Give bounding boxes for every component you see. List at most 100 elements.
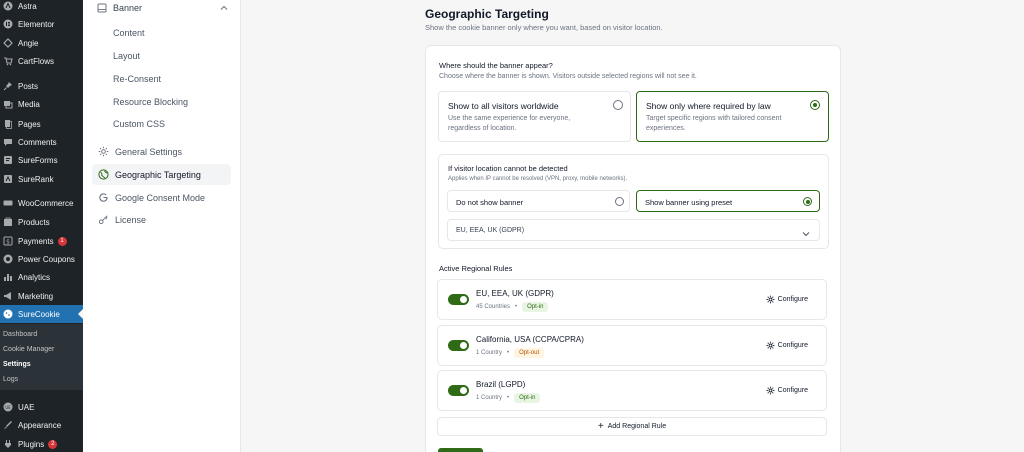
wp-menu-surecookie[interactable]: SureCookie — [0, 305, 83, 323]
rule-mode-badge: Opt-in — [522, 302, 549, 312]
banner-icon — [97, 3, 107, 13]
wp-menu-label: Elementor — [18, 19, 55, 29]
nav-item-license[interactable]: License — [92, 209, 231, 230]
wp-menu-label: Products — [18, 217, 50, 227]
nav-sub-re-consent[interactable]: Re-Consent — [113, 74, 161, 84]
configure-button[interactable]: Configure — [766, 386, 808, 395]
fallback-option-hide[interactable]: Do not show banner — [447, 190, 630, 212]
fallback-hide-radio[interactable] — [615, 197, 624, 206]
wp-menu-sureforms[interactable]: SureForms — [0, 151, 83, 169]
rule-toggle[interactable] — [448, 385, 469, 396]
wp-menu-comments[interactable]: Comments — [0, 133, 83, 151]
option-all-title: Show to all visitors worldwide — [448, 101, 559, 111]
configure-label: Configure — [777, 296, 808, 303]
payments-icon: $ — [3, 236, 13, 246]
nav-group-banner[interactable]: Banner — [97, 0, 233, 16]
wp-menu-marketing[interactable]: Marketing — [0, 287, 83, 305]
wp-menu-pages[interactable]: Pages — [0, 115, 83, 133]
nav-sub-layout[interactable]: Layout — [113, 51, 140, 61]
rule-country-count: 1 Country — [476, 395, 503, 401]
option-all-radio[interactable] — [613, 100, 623, 110]
configure-button[interactable]: Configure — [766, 295, 808, 304]
option-all-desc-line2: regardless of location. — [448, 125, 517, 132]
wp-submenu-dashboard[interactable]: Dashboard — [3, 331, 37, 338]
wp-menu-angie[interactable]: Angie — [0, 34, 83, 52]
preset-select[interactable]: EU, EEA, UK (GDPR) — [447, 219, 820, 241]
comments-icon — [3, 137, 13, 147]
wp-menu-label: Comments — [18, 137, 57, 147]
wp-menu-label: Appearance — [18, 420, 62, 430]
wp-menu-power-coupons[interactable]: Power Coupons — [0, 250, 83, 268]
wp-menu-astra[interactable]: Astra — [0, 0, 83, 15]
rule-name: California, USA (CCPA/CPRA) — [476, 335, 584, 344]
wp-menu-payments[interactable]: $ Payments 1 — [0, 232, 83, 250]
elementor-icon — [3, 19, 13, 29]
fallback-option-preset[interactable]: Show banner using preset — [636, 190, 820, 212]
wp-submenu-cookie-manager[interactable]: Cookie Manager — [3, 346, 54, 353]
nav-sub-resource-blocking[interactable]: Resource Blocking — [113, 97, 188, 107]
option-law-radio[interactable] — [810, 100, 820, 110]
wp-menu-label: SureRank — [18, 174, 54, 184]
regional-rule: California, USA (CCPA/CPRA) 1 Country • … — [437, 325, 827, 366]
wp-menu-label: SureCookie — [18, 309, 60, 319]
wp-menu-products[interactable]: Products — [0, 213, 83, 231]
pin-icon — [3, 81, 13, 91]
wp-menu-woocommerce[interactable]: WooCommerce — [0, 194, 83, 212]
main-content: Geographic Targeting Show the cookie ban… — [241, 0, 1024, 452]
globe-icon — [98, 169, 109, 180]
nav-sub-content[interactable]: Content — [113, 28, 145, 38]
wp-submenu-logs[interactable]: Logs — [3, 376, 18, 383]
payments-badge: 1 — [57, 236, 67, 246]
configure-button[interactable]: Configure — [766, 341, 808, 350]
nav-sub-custom-css[interactable]: Custom CSS — [113, 119, 165, 129]
wp-menu-surerank[interactable]: SureRank — [0, 170, 83, 188]
chevron-up-icon[interactable] — [219, 3, 229, 13]
wp-menu-label: Angie — [18, 38, 39, 48]
pages-icon — [3, 119, 13, 129]
cartflows-icon — [3, 56, 13, 66]
wp-menu-label: Posts — [18, 81, 39, 91]
coupon-icon — [3, 254, 13, 264]
wp-menu-appearance[interactable]: Appearance — [0, 416, 83, 434]
wp-menu-elementor[interactable]: Elementor — [0, 15, 83, 33]
angie-icon — [3, 38, 13, 48]
wp-menu-posts[interactable]: Posts — [0, 77, 83, 95]
astra-icon — [3, 1, 13, 11]
chevron-down-icon — [801, 226, 811, 237]
gear-icon — [766, 386, 775, 395]
wp-menu-label: Pages — [18, 119, 41, 129]
option-required-by-law[interactable]: Show only where required by law Target s… — [636, 91, 829, 142]
add-regional-rule-button[interactable]: + Add Regional Rule — [437, 417, 827, 436]
rule-country-count: 1 Country — [476, 350, 503, 356]
fallback-preset-radio[interactable] — [803, 197, 812, 206]
option-all-visitors[interactable]: Show to all visitors worldwide Use the s… — [438, 91, 631, 142]
svg-text:UE: UE — [5, 405, 11, 410]
option-all-desc-line1: Use the same experience for everyone, — [448, 115, 571, 122]
wp-menu-plugins[interactable]: Plugins 2 — [0, 435, 83, 452]
nav-item-general-settings[interactable]: General Settings — [92, 141, 231, 162]
rule-toggle[interactable] — [448, 340, 469, 351]
rule-name: Brazil (LGPD) — [476, 380, 526, 389]
wp-menu-analytics[interactable]: Analytics — [0, 268, 83, 286]
wp-menu-cartflows[interactable]: CartFlows — [0, 52, 83, 70]
wp-menu-media[interactable]: Media — [0, 95, 83, 113]
wp-menu-label: SureForms — [18, 155, 58, 165]
rule-country-count: 45 Countries — [476, 304, 511, 310]
wp-menu-uae[interactable]: UE UAE — [0, 398, 83, 416]
wp-submenu-settings[interactable]: Settings — [3, 361, 31, 368]
svg-text:$: $ — [6, 238, 10, 245]
add-rule-label: Add Regional Rule — [607, 423, 667, 430]
google-icon — [98, 192, 109, 203]
rule-toggle[interactable] — [448, 294, 469, 305]
option-law-desc-line2: experiences. — [646, 125, 686, 132]
nav-item-geographic-targeting[interactable]: Geographic Targeting — [92, 164, 231, 185]
separator-dot: • — [515, 304, 518, 310]
wp-menu-label: Marketing — [18, 291, 54, 301]
save-button[interactable] — [438, 448, 483, 452]
rule-mode-badge: Opt-in — [514, 393, 541, 403]
nav-item-google-consent-mode[interactable]: Google Consent Mode — [92, 187, 231, 208]
gear-icon — [766, 341, 775, 350]
separator-dot: • — [507, 350, 510, 356]
appear-question: Where should the banner appear? — [439, 61, 553, 70]
fallback-help: Applies when IP cannot be resolved (VPN,… — [448, 176, 628, 182]
